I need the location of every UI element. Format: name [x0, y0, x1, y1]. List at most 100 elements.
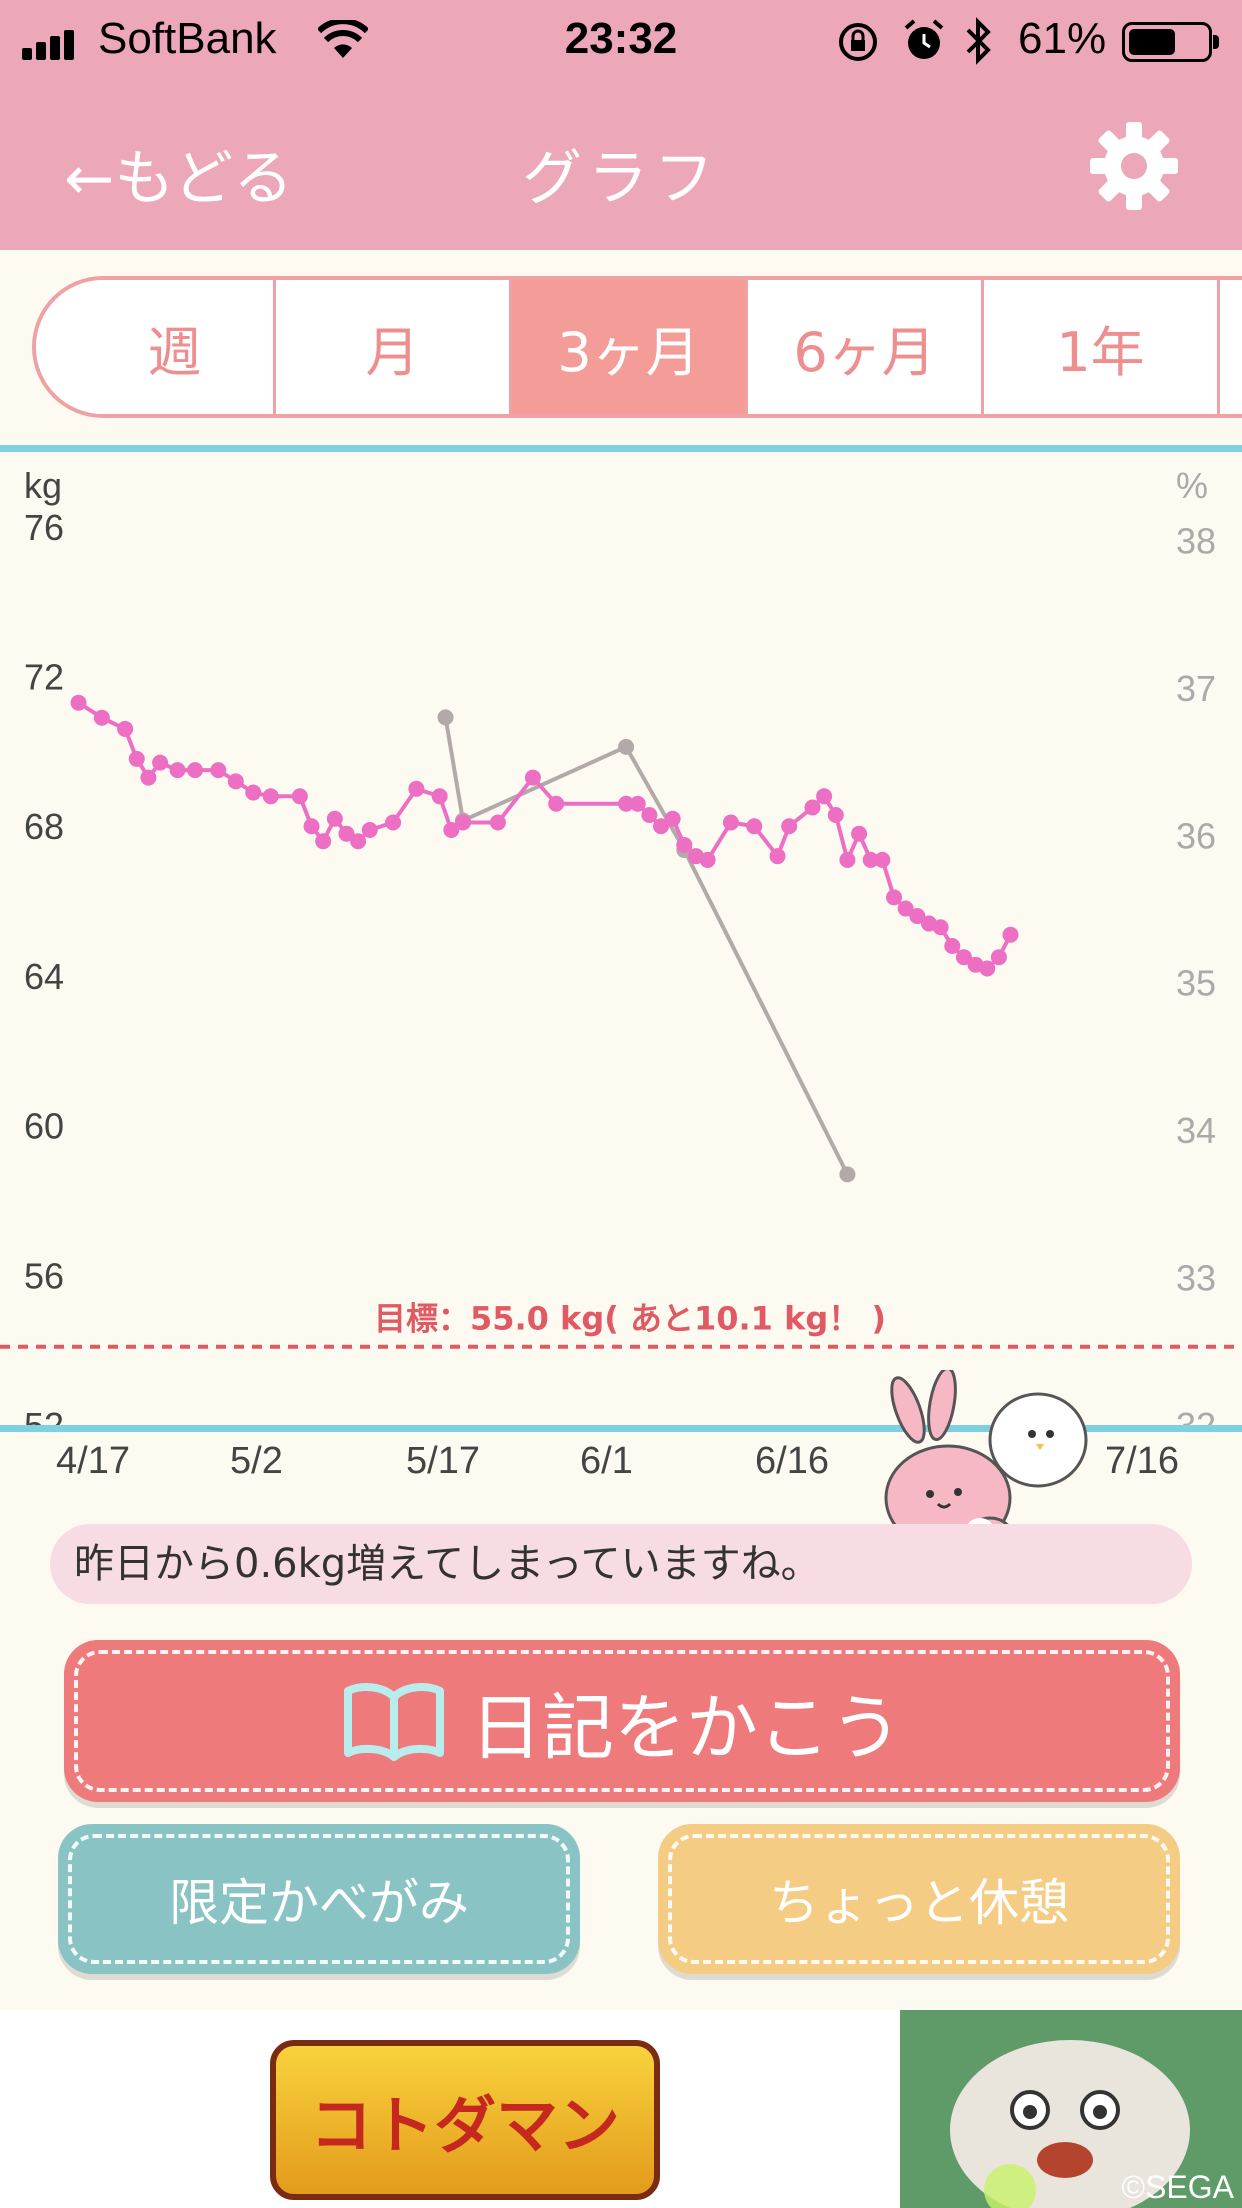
page-title: グラフ	[522, 144, 720, 214]
weight-point	[291, 788, 308, 805]
goal-label: 目標：55.0 kg( あと10.1 kg！ )	[374, 1300, 886, 1338]
weight-point	[979, 960, 996, 977]
weight-point	[886, 889, 903, 906]
ad-banner[interactable]: コトダマン ©SEGA	[0, 2010, 1242, 2208]
body-fat-point	[618, 738, 635, 755]
weight-point	[227, 773, 244, 790]
weight-point	[350, 833, 367, 850]
weight-point	[746, 818, 763, 835]
weight-point	[70, 694, 87, 711]
weight-point	[699, 851, 716, 868]
weight-point	[851, 825, 868, 842]
weight-point	[524, 769, 541, 786]
weight-point	[664, 810, 681, 827]
weight-point	[769, 848, 786, 865]
weight-point	[361, 821, 378, 838]
y-tick-right: 38	[1176, 520, 1216, 561]
y-axis-unit-right: %	[1176, 465, 1208, 506]
weight-point	[781, 818, 798, 835]
game-logo: コトダマン	[270, 2040, 660, 2200]
y-tick-right: 33	[1176, 1258, 1216, 1299]
weight-point	[210, 762, 227, 779]
tab-month[interactable]: 月	[276, 280, 512, 414]
ad-copyright: ©SEGA	[1121, 2169, 1235, 2205]
write-diary-button[interactable]: 日記をかこう	[64, 1640, 1180, 1802]
alarm-icon	[904, 19, 944, 59]
navigation-bar: ←もどる グラフ	[0, 82, 1242, 250]
battery-icon	[1122, 22, 1219, 62]
tab-6-months[interactable]: 6ヶ月	[748, 280, 984, 414]
rotation-lock-icon	[839, 23, 877, 61]
y-tick-left: 64	[24, 956, 64, 997]
weight-point	[93, 709, 110, 726]
tab-1-year[interactable]: 1年	[984, 280, 1220, 414]
weight-point	[990, 949, 1007, 966]
tab-3-months[interactable]: 3ヶ月	[512, 280, 748, 414]
weight-point	[489, 814, 506, 831]
weight-point	[1002, 926, 1019, 943]
limited-wallpaper-label: 限定かべがみ	[169, 1874, 469, 1932]
weight-point	[262, 788, 279, 805]
weight-point	[548, 795, 565, 812]
weight-point	[385, 814, 402, 831]
weight-point	[804, 799, 821, 816]
tab-week[interactable]: 週	[36, 280, 276, 414]
status-message: 昨日から0.6kg増えてしまっていますね。	[50, 1524, 1192, 1604]
weight-point	[431, 788, 448, 805]
take-a-break-button[interactable]: ちょっと休憩	[658, 1824, 1180, 1974]
y-tick-right: 35	[1176, 963, 1216, 1004]
weight-point	[944, 937, 961, 954]
battery-percent: 61%	[1018, 14, 1107, 63]
weight-point	[140, 769, 157, 786]
x-tick-label: 7/16	[1105, 1440, 1179, 1482]
y-tick-left: 76	[24, 507, 64, 548]
body-fat-point	[437, 709, 454, 726]
weight-series-line	[77, 701, 1013, 971]
take-a-break-label: ちょっと休憩	[769, 1874, 1069, 1932]
weight-point	[315, 833, 332, 850]
weight-point	[117, 720, 134, 737]
weight-point	[722, 814, 739, 831]
status-bar: SoftBank 23:32 61%	[0, 0, 1242, 82]
y-tick-right: 34	[1176, 1110, 1216, 1151]
y-tick-left: 72	[24, 657, 64, 698]
x-tick-label: 6/16	[755, 1440, 829, 1482]
y-tick-right: 32	[1176, 1405, 1216, 1425]
weight-point	[629, 795, 646, 812]
x-tick-label: 5/17	[406, 1440, 480, 1482]
weight-point	[245, 784, 262, 801]
weight-point	[169, 762, 186, 779]
weight-point	[874, 851, 891, 868]
y-tick-left: 60	[24, 1106, 64, 1147]
weight-point	[816, 788, 833, 805]
weight-point	[676, 836, 693, 853]
body-fat-series-line	[443, 717, 850, 1176]
x-tick-label: 6/1	[580, 1440, 633, 1482]
y-tick-left: 68	[24, 806, 64, 847]
weight-point	[128, 750, 145, 767]
weight-point	[187, 762, 204, 779]
weight-chart: kg % 76 72 68 64 60 56 52 38 37 36 35 34 33 32 目標：55…	[0, 465, 1242, 1425]
chart-top-border	[0, 445, 1242, 452]
body-fat-point	[839, 1166, 856, 1183]
weight-point	[326, 810, 343, 827]
y-tick-right: 37	[1176, 668, 1216, 709]
weight-point	[839, 851, 856, 868]
gear-icon[interactable]	[1086, 118, 1182, 214]
limited-wallpaper-button[interactable]: 限定かべがみ	[58, 1824, 580, 1974]
ad-artwork: ©SEGA	[900, 2010, 1242, 2208]
write-diary-label: 日記をかこう	[469, 1685, 902, 1770]
period-tabs: 週 月 3ヶ月 6ヶ月 1年	[32, 276, 1242, 418]
y-tick-left: 52	[24, 1405, 64, 1425]
weight-point	[152, 754, 169, 771]
x-tick-label: 5/2	[230, 1440, 283, 1482]
bluetooth-icon	[966, 17, 991, 65]
weight-point	[454, 814, 471, 831]
weight-point	[408, 780, 425, 797]
weight-point	[303, 818, 320, 835]
y-axis-unit-left: kg	[24, 465, 62, 506]
y-tick-right: 36	[1176, 815, 1216, 856]
y-tick-left: 56	[24, 1255, 64, 1296]
weight-point	[827, 807, 844, 824]
weight-point	[641, 807, 658, 824]
